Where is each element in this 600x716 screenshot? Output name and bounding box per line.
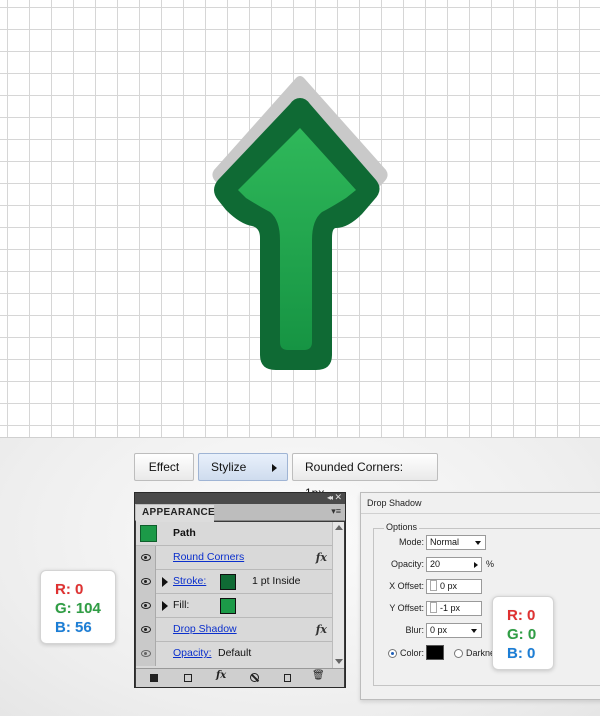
drop-shadow-row[interactable]: Drop Shadow fx [136,618,332,642]
blur-field[interactable]: 0 px [426,623,482,638]
opacity-value: Default [218,647,252,659]
artboard-canvas[interactable] [0,0,600,438]
round-corners-link[interactable]: Round Corners [173,546,244,569]
blue-value: B: 56 [55,619,92,636]
menu-effect[interactable]: Effect [134,453,194,481]
path-label: Path [173,527,196,539]
panel-scrollbar[interactable] [332,522,344,668]
drop-shadow-dialog: Drop Shadow Options Mode: Normal Opacity… [360,492,600,700]
stepper-icon[interactable] [474,562,478,568]
stroke-link[interactable]: Stroke: [173,570,206,593]
xoffset-field[interactable]: 0 px [426,579,482,594]
dropdown-arrow-icon [471,629,477,633]
stroke-value: 1 pt Inside [252,575,301,587]
fx-icon: fx [315,623,327,636]
dropdown-arrow-icon [475,541,481,545]
mode-label: Mode: [398,537,424,547]
panel-menu-icon[interactable]: ▾≡ [331,506,341,517]
path-thumbnail [140,525,157,542]
opacity-label: Opacity: [390,559,424,569]
color-swatch[interactable] [426,645,444,660]
stroke-row[interactable]: Stroke: 1 pt Inside [136,570,332,594]
blur-label: Blur: [405,625,424,635]
panel-tabrow: APPEARANCE ▾≡ [135,504,345,522]
menu-path: Effect Stylize Rounded Corners: 1px [134,453,438,500]
color-radio[interactable] [388,649,397,658]
divider [361,513,600,514]
menu-stylize[interactable]: Stylize [198,453,288,481]
rgb-callout-green: R: 0 G: 104 B: 56 [40,570,116,644]
red-value: R: 0 [507,607,536,624]
eye-icon[interactable] [141,554,151,561]
menu-rounded-corners[interactable]: Rounded Corners: 1px [292,453,438,500]
dialog-title: Drop Shadow [367,498,422,508]
trash-icon[interactable]: 🗑 [312,670,325,681]
appearance-list: Path Round Corners fx Stroke: 1 pt Insid… [136,522,344,668]
eye-icon[interactable] [141,578,151,585]
duplicate-icon[interactable] [284,674,291,682]
red-value: R: 0 [55,581,84,598]
eye-icon[interactable] [141,602,151,609]
new-art-icon[interactable] [150,674,158,682]
yoffset-value: -1 px [440,603,461,613]
yoffset-field[interactable]: -1 px [426,601,482,616]
stroke-swatch[interactable] [220,574,236,590]
xoffset-label: X Offset: [389,581,424,591]
yoffset-label: Y Offset: [389,603,424,613]
blur-value: 0 px [430,625,448,635]
color-label: Color: [400,648,425,658]
mode-value: Normal [430,537,460,547]
eye-icon[interactable] [141,650,151,657]
fill-row[interactable]: Fill: [136,594,332,618]
eye-icon[interactable] [141,626,151,633]
menu-stylize-label: Stylize [211,460,247,474]
spinner-icon[interactable] [430,580,437,591]
arrow-artwork[interactable] [200,70,400,380]
no-icon[interactable] [250,673,259,682]
green-value: G: 0 [507,626,537,643]
darkness-radio[interactable] [454,649,463,658]
round-corners-row[interactable]: Round Corners fx [136,546,332,570]
submenu-arrow-icon [272,464,277,472]
add-effect-icon[interactable]: fx [216,670,226,681]
opacity-row[interactable]: Opacity: Default [136,642,332,666]
scroll-up-icon[interactable] [335,525,343,530]
opacity-link[interactable]: Opacity: [173,642,212,665]
blue-value: B: 0 [507,645,536,662]
options-legend: Options [384,522,420,532]
mode-select[interactable]: Normal [426,535,486,550]
spinner-icon[interactable] [430,602,437,613]
opacity-value: 20 [430,559,441,569]
disclosure-triangle-icon[interactable] [162,601,168,611]
panel-bottombar: fx 🗑 [136,668,344,687]
clear-icon[interactable] [184,674,192,682]
collapse-icon[interactable]: ◂◂ [327,493,333,502]
close-icon[interactable]: ✕ [334,492,342,503]
path-row[interactable]: Path [136,522,332,546]
fill-swatch[interactable] [220,598,236,614]
fx-icon: fx [315,551,327,564]
options-group: Options Mode: Normal Opacity: 20 % X Off… [373,522,600,686]
rgb-callout-black: R: 0 G: 0 B: 0 [492,596,554,670]
fill-label: Fill: [173,599,190,611]
green-value: G: 104 [55,600,101,617]
xoffset-value: 0 px [440,581,458,591]
appearance-panel: ◂◂ ✕ APPEARANCE ▾≡ Path Round Corners fx… [134,492,346,688]
drop-shadow-link[interactable]: Drop Shadow [173,618,237,641]
disclosure-triangle-icon[interactable] [162,577,168,587]
opacity-field[interactable]: 20 [426,557,482,572]
scroll-down-icon[interactable] [335,659,343,664]
tab-appearance[interactable]: APPEARANCE [136,505,215,522]
panel-titlebar[interactable]: ◂◂ ✕ [135,492,345,504]
opacity-unit: % [486,559,495,569]
